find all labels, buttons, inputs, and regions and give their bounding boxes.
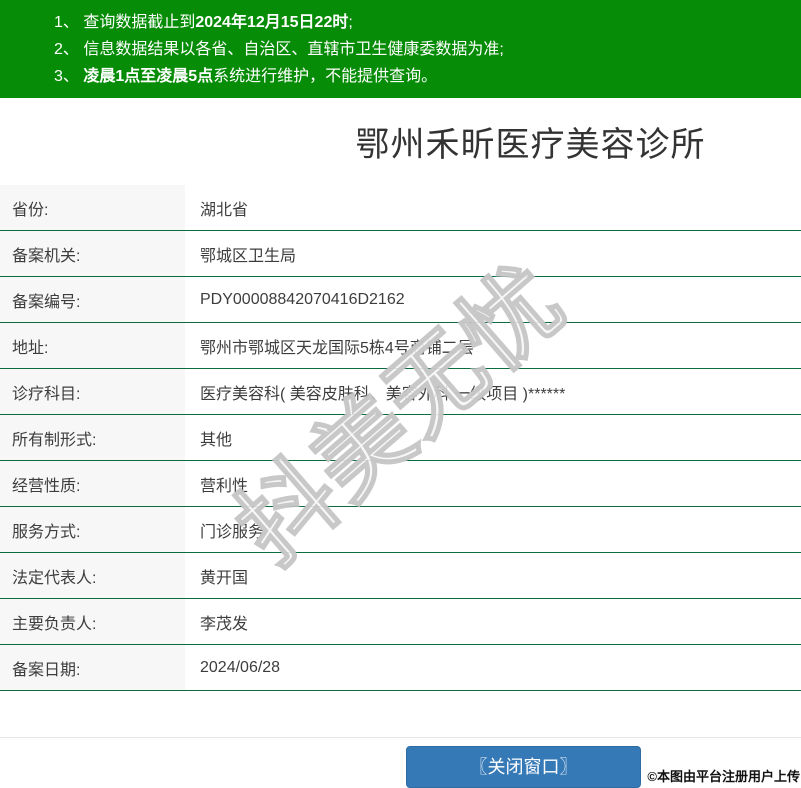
notice-line-3: 3、 凌晨1点至凌晨5点系统进行维护，不能提供查询。 <box>54 63 791 90</box>
field-label: 备案日期: <box>0 645 185 690</box>
corner-watermark: ©本图由平台注册用户上传 <box>647 769 800 784</box>
field-label: 备案机关: <box>0 231 185 276</box>
notice-line-3-suffix: 系统进行维护，不能提供查询。 <box>213 68 438 85</box>
notice-line-3-bold: 凌晨1点至凌晨5点 <box>83 68 214 85</box>
field-label: 备案编号: <box>0 277 185 322</box>
field-label: 法定代表人: <box>0 553 185 598</box>
field-value: 李茂发 <box>200 615 249 633</box>
field-label: 服务方式: <box>0 507 185 552</box>
page-title: 鄂州禾昕医疗美容诊所 <box>355 126 706 164</box>
field-value: 黄开国 <box>200 569 249 587</box>
table-row-record-number: 备案编号: PDY00008842070416D2162 <box>0 277 801 323</box>
notice-line-1-suffix: ; <box>348 14 353 31</box>
notice-line-2-text: 2、 信息数据结果以各省、自治区、直辖市卫生健康委数据为准; <box>54 41 504 58</box>
notice-banner: 1、 查询数据截止到2024年12月15日22时; 2、 信息数据结果以各省、自… <box>0 0 801 98</box>
record-info-table: 省份: 湖北省 备案机关: 鄂城区卫生局 备案编号: PDY0000884207… <box>0 185 801 691</box>
field-value: 鄂州市鄂城区天龙国际5栋4号商铺二层 <box>200 339 474 357</box>
table-row-address: 地址: 鄂州市鄂城区天龙国际5栋4号商铺二层 <box>0 323 801 369</box>
field-label: 诊疗科目: <box>0 369 185 414</box>
field-value: 营利性 <box>200 477 249 495</box>
field-value: 2024/06/28 <box>200 658 281 676</box>
close-window-button[interactable]: 〖关闭窗口〗 <box>406 746 641 788</box>
field-value: 其他 <box>200 431 233 449</box>
table-row-ownership-form: 所有制形式: 其他 <box>0 415 801 461</box>
field-label: 经营性质: <box>0 461 185 506</box>
notice-line-3-text: 3、 <box>54 68 84 85</box>
table-row-service-mode: 服务方式: 门诊服务 <box>0 507 801 553</box>
table-row-record-authority: 备案机关: 鄂城区卫生局 <box>0 231 801 277</box>
field-value: 医疗美容科( 美容皮肤科、美容外科 一级项目 )****** <box>200 385 566 403</box>
field-value: 湖北省 <box>200 201 249 219</box>
table-row-legal-representative: 法定代表人: 黄开国 <box>0 553 801 599</box>
field-label: 主要负责人: <box>0 599 185 644</box>
table-row-province: 省份: 湖北省 <box>0 185 801 231</box>
field-value: PDY00008842070416D2162 <box>200 290 405 308</box>
table-row-medical-subjects: 诊疗科目: 医疗美容科( 美容皮肤科、美容外科 一级项目 )****** <box>0 369 801 415</box>
title-area: 鄂州禾昕医疗美容诊所 <box>0 98 801 185</box>
table-row-record-date: 备案日期: 2024/06/28 <box>0 645 801 691</box>
notice-line-2: 2、 信息数据结果以各省、自治区、直辖市卫生健康委数据为准; <box>54 36 791 63</box>
field-value: 鄂城区卫生局 <box>200 247 297 265</box>
table-row-business-nature: 经营性质: 营利性 <box>0 461 801 507</box>
field-label: 所有制形式: <box>0 415 185 460</box>
notice-line-1: 1、 查询数据截止到2024年12月15日22时; <box>54 9 791 36</box>
field-value: 门诊服务 <box>200 523 265 541</box>
notice-line-1-text: 1、 查询数据截止到 <box>54 14 196 31</box>
table-row-main-person-in-charge: 主要负责人: 李茂发 <box>0 599 801 645</box>
notice-line-1-bold: 2024年12月15日22时 <box>195 14 349 31</box>
field-label: 地址: <box>0 323 185 368</box>
field-label: 省份: <box>0 185 185 230</box>
footer-divider <box>0 737 801 738</box>
